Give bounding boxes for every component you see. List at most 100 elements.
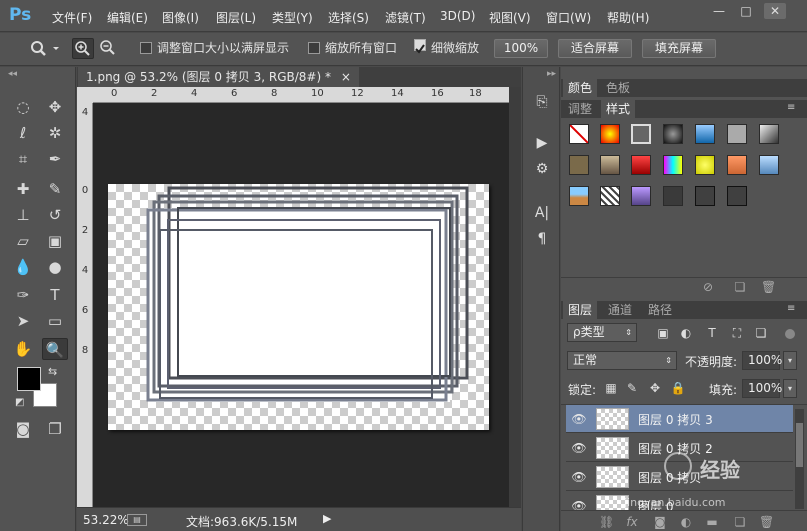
default-colors-icon[interactable]: ◩ xyxy=(15,397,24,408)
zoom-tool-icon[interactable]: 🔍 xyxy=(42,338,68,360)
delete-style-icon[interactable]: 🗑 xyxy=(761,280,776,294)
fit-screen-button[interactable]: 适合屏幕 xyxy=(558,39,632,58)
clear-style-icon[interactable]: ⊘ xyxy=(701,280,715,294)
adjustment-layer-icon[interactable]: ◐ xyxy=(679,515,693,529)
filter-toggle[interactable] xyxy=(785,329,795,339)
zoom-all-windows-checkbox[interactable]: 缩放所有窗口 xyxy=(308,38,397,59)
style-swatch[interactable] xyxy=(631,155,651,175)
collapse-icon[interactable]: ◂◂ xyxy=(8,69,17,79)
layer-row[interactable]: 👁 图层 0 拷贝 xyxy=(566,463,793,491)
style-swatch[interactable] xyxy=(663,186,683,206)
style-none-swatch[interactable] xyxy=(569,124,589,144)
layer-row[interactable]: 👁 图层 0 拷贝 2 xyxy=(566,434,793,462)
filter-shape-icon[interactable]: ⛶ xyxy=(729,325,745,341)
new-layer-icon[interactable]: ❏ xyxy=(733,515,747,529)
eraser-tool-icon[interactable]: ▱ xyxy=(10,230,36,252)
foreground-color-swatch[interactable] xyxy=(17,367,41,391)
layer-name[interactable]: 图层 0 拷贝 xyxy=(638,469,701,486)
style-swatch[interactable] xyxy=(663,155,683,175)
hand-tool-icon[interactable]: ✋ xyxy=(10,338,36,360)
filter-type-icon[interactable]: T xyxy=(704,325,720,341)
menu-edit[interactable]: 编辑(E) xyxy=(107,9,148,26)
tab-channels[interactable]: 通道 xyxy=(603,301,637,319)
gradient-tool-icon[interactable]: ▣ xyxy=(42,230,68,252)
menu-filter[interactable]: 滤镜(T) xyxy=(385,9,426,26)
style-swatch-selected[interactable] xyxy=(631,124,651,144)
zoom-all-check[interactable] xyxy=(308,42,320,54)
lasso-tool-icon[interactable]: ℓ xyxy=(10,122,36,144)
fill-dropdown-icon[interactable]: ▾ xyxy=(783,379,797,398)
tab-paths[interactable]: 路径 xyxy=(643,301,677,319)
layers-scroll-thumb[interactable] xyxy=(796,423,803,467)
layer-style-icon[interactable]: fx xyxy=(625,515,639,529)
resize-windows-check[interactable] xyxy=(140,42,152,54)
menu-help[interactable]: 帮助(H) xyxy=(607,9,649,26)
style-swatch[interactable] xyxy=(727,124,747,144)
visibility-eye-icon[interactable]: 👁 xyxy=(571,498,587,510)
opacity-input[interactable]: 100% xyxy=(742,351,782,370)
restore-button[interactable]: □ xyxy=(735,3,757,19)
style-swatch[interactable] xyxy=(695,186,715,206)
menu-select[interactable]: 选择(S) xyxy=(328,9,369,26)
scrubby-zoom-checkbox[interactable]: 细微缩放 xyxy=(414,38,479,59)
blend-mode-select[interactable]: 正常 ⇕ xyxy=(567,351,677,370)
filter-adjustment-icon[interactable]: ◐ xyxy=(678,325,694,341)
style-swatch[interactable] xyxy=(663,124,683,144)
swap-colors-icon[interactable]: ⇆ xyxy=(48,365,57,378)
paragraph-panel-icon[interactable]: ¶ xyxy=(531,229,553,249)
layer-row[interactable]: 👁 图层 0 拷贝 3 xyxy=(566,405,793,433)
style-swatch[interactable] xyxy=(695,124,715,144)
rectangle-tool-icon[interactable]: ▭ xyxy=(42,310,68,332)
menu-file[interactable]: 文件(F) xyxy=(52,9,92,26)
link-layers-icon[interactable]: ⛓ xyxy=(599,515,614,529)
close-button[interactable]: ✕ xyxy=(764,3,786,19)
lock-position-icon[interactable]: ✥ xyxy=(647,380,663,396)
lock-pixels-icon[interactable]: ✎ xyxy=(624,380,640,396)
zoom-level[interactable]: 53.22% xyxy=(83,513,129,527)
zoom-in-button[interactable] xyxy=(72,38,94,59)
style-swatch[interactable] xyxy=(759,155,779,175)
menu-layer[interactable]: 图层(L) xyxy=(216,9,256,26)
menu-window[interactable]: 窗口(W) xyxy=(546,9,591,26)
screen-mode-icon[interactable]: ❐ xyxy=(42,418,68,440)
layer-name[interactable]: 图层 0 拷贝 2 xyxy=(638,440,713,457)
actions-panel-icon[interactable]: ▶ xyxy=(531,133,553,153)
style-swatch[interactable] xyxy=(759,124,779,144)
zoom-tool-preset[interactable] xyxy=(28,38,62,59)
layer-row[interactable]: 👁 图层 0 xyxy=(566,492,793,510)
fill-screen-button[interactable]: 填充屏幕 xyxy=(642,39,716,58)
new-style-icon[interactable]: ❏ xyxy=(733,280,747,294)
layers-scrollbar[interactable] xyxy=(795,409,804,509)
dodge-tool-icon[interactable]: ● xyxy=(42,256,68,278)
pen-tool-icon[interactable]: ✑ xyxy=(10,284,36,306)
tab-adjustments[interactable]: 调整 xyxy=(563,100,597,118)
lock-all-icon[interactable]: 🔒 xyxy=(670,380,686,396)
opacity-dropdown-icon[interactable]: ▾ xyxy=(783,351,797,370)
layers-menu-icon[interactable]: ≡ xyxy=(787,303,795,314)
style-swatch[interactable] xyxy=(600,155,620,175)
blur-tool-icon[interactable]: 💧 xyxy=(10,256,36,278)
magic-wand-icon[interactable]: ✲ xyxy=(42,122,68,144)
style-swatch[interactable] xyxy=(600,186,620,206)
filter-smart-icon[interactable]: ❏ xyxy=(753,325,769,341)
expand-icon[interactable]: ▸▸ xyxy=(547,69,556,79)
tab-layers[interactable]: 图层 xyxy=(563,301,598,319)
tab-color[interactable]: 颜色 xyxy=(563,79,598,97)
eyedropper-icon[interactable]: ✒ xyxy=(42,148,68,170)
status-preview-icon[interactable]: ▤ xyxy=(127,514,147,526)
document-tab[interactable]: 1.png @ 53.2% (图层 0 拷贝 3, RGB/8#) * × xyxy=(78,67,359,87)
menu-type[interactable]: 类型(Y) xyxy=(272,9,313,26)
healing-brush-icon[interactable]: ✚ xyxy=(10,178,36,200)
move-tool-icon[interactable]: ✥ xyxy=(42,96,68,118)
history-brush-icon[interactable]: ↺ xyxy=(42,204,68,226)
document-canvas[interactable] xyxy=(108,184,489,430)
canvas-viewport[interactable] xyxy=(93,104,509,507)
visibility-eye-icon[interactable]: 👁 xyxy=(571,411,587,427)
style-swatch[interactable] xyxy=(569,155,589,175)
tab-close-icon[interactable]: × xyxy=(341,70,351,84)
fill-input[interactable]: 100% xyxy=(742,379,782,398)
visibility-eye-icon[interactable]: 👁 xyxy=(571,440,587,456)
menu-3d[interactable]: 3D(D) xyxy=(440,9,475,23)
properties-panel-icon[interactable]: ⚙ xyxy=(531,159,553,179)
marquee-tool-icon[interactable]: ◌ xyxy=(10,96,36,118)
